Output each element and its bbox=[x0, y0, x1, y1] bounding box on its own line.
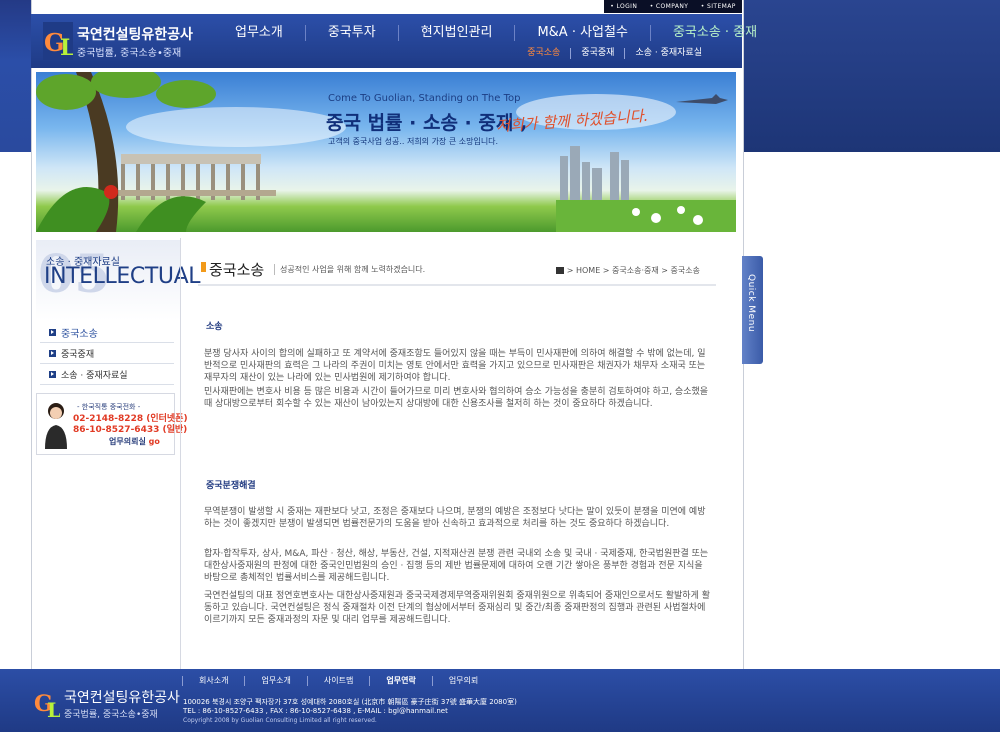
nav-ma[interactable]: M&A · 사업철수 bbox=[514, 25, 649, 41]
arrow-bullet-icon bbox=[49, 370, 56, 378]
title-marker bbox=[201, 262, 206, 272]
nav-business-intro[interactable]: 업무소개 bbox=[213, 25, 305, 41]
page-title-bar: 중국소송 성공적인 사업을 위해 함께 노력하겠습니다. > HOME > 중국… bbox=[198, 258, 716, 286]
brand-tagline: 중국법률, 중국소송•중재 bbox=[77, 48, 182, 59]
paragraph: 합자·합작투자, 상사, M&A, 파산 · 청산, 해상, 부동산, 건설, … bbox=[204, 549, 709, 583]
arrow-bullet-icon bbox=[49, 328, 56, 336]
request-go-link[interactable]: 업무의뢰실 go bbox=[109, 436, 160, 447]
site-header: G L 국연컨설팅유한공사 중국법률, 중국소송•중재 업무소개 중국투자 현지… bbox=[31, 14, 757, 68]
page-title: 중국소송 bbox=[209, 261, 265, 279]
footer-link-contact[interactable]: 업무연락 bbox=[369, 676, 431, 686]
sitemap-link[interactable]: • SITEMAP bbox=[701, 3, 736, 10]
footer-link-request[interactable]: 업무의뢰 bbox=[431, 676, 494, 686]
utility-bar: • LOGIN • COMPANY • SITEMAP bbox=[604, 0, 742, 13]
banner-description: 고객의 중국사업 성공.. 저희의 가장 큰 소망입니다. bbox=[328, 137, 499, 146]
sidebar-item-archive[interactable]: 소송 · 중재자료실 bbox=[40, 364, 174, 385]
banner-tagline: Come To Guolian, Standing on The Top bbox=[328, 93, 521, 104]
sidebar-item-label: 중국소송 bbox=[61, 328, 98, 340]
quick-menu-label: Quick Menu bbox=[746, 274, 756, 333]
footer-nav: 회사소개 업무소개 사이트맵 업무연락 업무의뢰 bbox=[182, 676, 494, 686]
header-background-right bbox=[742, 0, 1000, 152]
section-english: INTELLECTUAL bbox=[44, 264, 201, 289]
footer-address: 100026 북경시 조양구 팩자장가 37호 성예대하 2080호실 (北京市… bbox=[183, 698, 517, 706]
section-heading-dispute: 중국분쟁해결 bbox=[206, 481, 256, 491]
arrow-bullet-icon bbox=[49, 349, 56, 357]
column-divider bbox=[180, 238, 181, 670]
breadcrumb: > HOME > 중국소송·중재 > 중국소송 bbox=[555, 265, 700, 276]
home-icon[interactable] bbox=[555, 267, 564, 274]
sidebar-item-label: 소송 · 중재자료실 bbox=[61, 370, 128, 381]
paragraph: 무역분쟁이 발생할 시 중재는 재판보다 낫고, 조정은 중재보다 나으며, 분… bbox=[204, 507, 706, 529]
hero-banner: Come To Guolian, Standing on The Top 중국 … bbox=[36, 72, 736, 232]
sub-nav: 중국소송 중국중재 소송 · 중재자료실 bbox=[517, 48, 712, 59]
subnav-archive[interactable]: 소송 · 중재자료실 bbox=[624, 48, 712, 59]
gl-logo-icon[interactable]: G L bbox=[43, 22, 73, 60]
nav-china-invest[interactable]: 중국투자 bbox=[304, 25, 398, 41]
footer-link-business[interactable]: 업무소개 bbox=[244, 676, 306, 686]
footer-link-sitemap[interactable]: 사이트맵 bbox=[306, 676, 369, 686]
main-nav: 업무소개 중국투자 현지법인관리 M&A · 사업철수 중국소송 · 중재 bbox=[213, 25, 779, 41]
nav-litigation[interactable]: 중국소송 · 중재 bbox=[649, 25, 779, 41]
quick-menu-button[interactable]: Quick Menu bbox=[742, 256, 763, 364]
breadcrumb-text: > HOME > 중국소송·중재 > 중국소송 bbox=[566, 266, 700, 275]
section-header: 05 소송 · 중재자료실 INTELLECTUAL bbox=[36, 240, 201, 320]
page-subtitle: 성공적인 사업을 위해 함께 노력하겠습니다. bbox=[274, 264, 425, 275]
contact-box[interactable]: - 한국직통 중국전화 - 02-2148-8228 (인터넷폰) 86-10-… bbox=[36, 393, 188, 455]
sidebar-menu: 중국소송 중국중재 소송 · 중재자료실 bbox=[40, 322, 174, 385]
nav-local-corp[interactable]: 현지법인관리 bbox=[397, 25, 515, 41]
paragraph: 민사재판에는 변호사 비용 등 많은 비용과 시간이 들어가므로 미리 변호사와… bbox=[204, 387, 709, 409]
footer-contact: TEL : 86-10-8527-6433 , FAX : 86-10-8527… bbox=[183, 707, 448, 715]
subnav-china-litigation[interactable]: 중국소송 bbox=[517, 48, 570, 59]
svg-text:L: L bbox=[60, 35, 73, 60]
sidebar-item-litigation[interactable]: 중국소송 bbox=[40, 322, 174, 343]
footer-brand-tagline: 중국법률, 중국소송•중재 bbox=[64, 710, 158, 720]
section-heading-litigation: 소송 bbox=[206, 322, 223, 332]
brand-name[interactable]: 국연컨설팅유한공사 bbox=[77, 24, 193, 44]
company-link[interactable]: • COMPANY bbox=[650, 3, 689, 10]
site-footer: G L 국연컨설팅유한공사 중국법률, 중국소송•중재 회사소개 업무소개 사이… bbox=[0, 669, 1000, 732]
operator-avatar-icon bbox=[45, 403, 67, 449]
contact-phone-general: 86-10-8527-6433 (일반) bbox=[73, 425, 188, 435]
paragraph: 국연컨설팅의 대표 정연호변호사는 대한상사중재원과 중국국제경제무역중재위원회… bbox=[204, 591, 710, 625]
footer-brand-name: 국연컨설팅유한공사 bbox=[64, 690, 180, 706]
login-link[interactable]: • LOGIN bbox=[610, 3, 637, 10]
sidebar-item-label: 중국중재 bbox=[61, 349, 95, 360]
paragraph: 분쟁 당사자 사이의 합의에 실패하고 또 계약서에 중재조항도 들어있지 않을… bbox=[204, 349, 706, 383]
svg-text:L: L bbox=[47, 698, 60, 721]
footer-link-company[interactable]: 회사소개 bbox=[182, 676, 244, 686]
sidebar-item-arbitration[interactable]: 중국중재 bbox=[40, 343, 174, 364]
footer-copyright: Copyright 2008 by Guolian Consulting Lim… bbox=[183, 717, 377, 724]
gl-footer-logo-icon: G L bbox=[34, 691, 60, 721]
subnav-china-arbitration[interactable]: 중국중재 bbox=[570, 48, 624, 59]
